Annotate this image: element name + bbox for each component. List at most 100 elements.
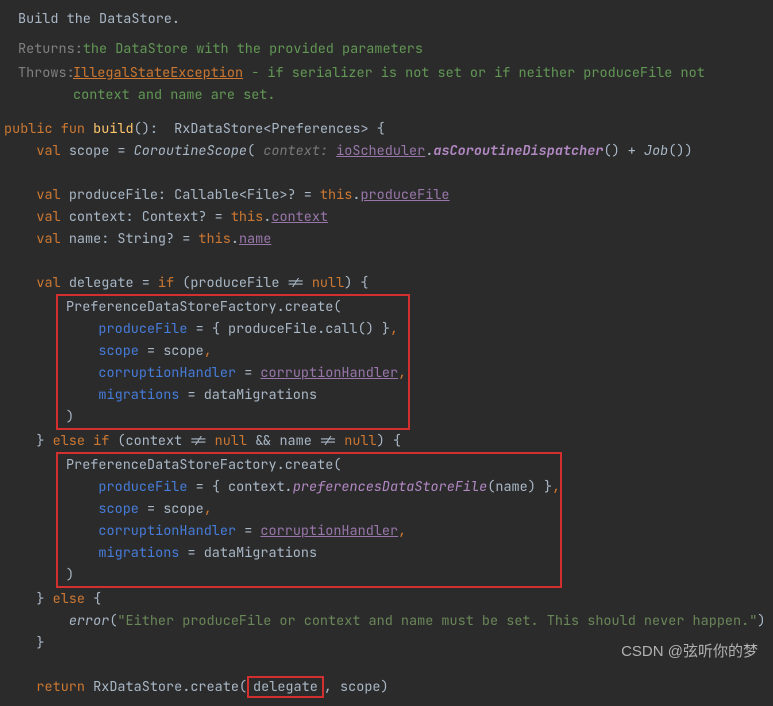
comma: , [398, 364, 406, 382]
comma: , [398, 522, 406, 540]
code-line[interactable]: val produceFile: Callable<File>? = this.… [0, 184, 773, 206]
keyword: fun [61, 120, 85, 138]
code-line[interactable]: ) [62, 564, 556, 586]
type-ref: Job [644, 142, 668, 160]
watermark-text: CSDN @弦听你的梦 [621, 641, 758, 663]
punct: ) [66, 566, 74, 584]
doc-returns-text: the DataStore with the provided paramete… [83, 38, 423, 60]
code-text: && name != [247, 432, 344, 450]
ident: name: String? = [61, 230, 199, 248]
ref-link[interactable]: name [239, 230, 271, 248]
keyword: this [231, 208, 263, 226]
method-call: asCoroutineDispatcher [433, 142, 603, 160]
code-text: , scope) [324, 678, 389, 696]
keyword: val [36, 230, 60, 248]
code-text: = { [188, 478, 229, 496]
code-line [0, 250, 773, 272]
code-line[interactable]: PreferenceDataStoreFactory.create( [62, 454, 556, 476]
keyword: else [53, 432, 85, 450]
code-line[interactable]: } else { [0, 588, 773, 610]
ref-link[interactable]: corruptionHandler [260, 522, 398, 540]
keyword: val [36, 208, 60, 226]
function-name: build [93, 120, 134, 138]
keyword: null [344, 432, 376, 450]
code-text: () + [603, 142, 644, 160]
code-text: = scope [139, 342, 204, 360]
highlight-box-2: PreferenceDataStoreFactory.create( produ… [56, 452, 562, 588]
code-text: ) { [377, 432, 401, 450]
signature: (): RxDataStore<Preferences> { [134, 120, 385, 138]
named-arg: produceFile [98, 320, 187, 338]
code-line[interactable]: PreferenceDataStoreFactory.create( [62, 296, 404, 318]
documentation-block: Build the DataStore. Returns: the DataSt… [0, 8, 773, 118]
code-line[interactable]: migrations = dataMigrations [62, 542, 556, 564]
code-line[interactable]: corruptionHandler = corruptionHandler, [62, 362, 404, 384]
doc-exception-link[interactable]: IllegalStateException [73, 64, 243, 82]
code-text: .call() } [317, 320, 390, 338]
keyword: if [93, 432, 109, 450]
code-line[interactable]: scope = scope, [62, 498, 556, 520]
punct: . [285, 478, 293, 496]
code-line[interactable]: error("Either produceFile or context and… [0, 610, 773, 632]
named-arg: scope [98, 500, 139, 518]
code-text: = { [188, 320, 229, 338]
doc-throws-label: Throws: [18, 62, 73, 106]
string-literal: "Either produceFile or context and name … [117, 612, 757, 630]
code-line[interactable]: val delegate = if (produceFile != null) … [0, 272, 773, 294]
code-line[interactable]: val scope = CoroutineScope( context: ioS… [0, 140, 773, 162]
doc-throws-content: IllegalStateException - if serializer is… [73, 62, 755, 106]
keyword: else [53, 590, 85, 608]
named-arg: corruptionHandler [98, 522, 236, 540]
comma: , [552, 478, 560, 496]
code-text: PreferenceDataStoreFactory.create( [66, 456, 341, 474]
code-line [0, 162, 773, 184]
ident: delegate [253, 678, 318, 696]
named-arg: scope [98, 342, 139, 360]
code-line[interactable]: scope = scope, [62, 340, 404, 362]
code-line[interactable]: produceFile = { context.preferencesDataS… [62, 476, 556, 498]
keyword: public [4, 120, 53, 138]
code-line[interactable]: } else if (context != null && name != nu… [0, 430, 773, 452]
named-arg: produceFile [98, 478, 187, 496]
ident: produceFile: Callable<File>? = [61, 186, 320, 204]
keyword: if [158, 274, 174, 292]
code-text: (produceFile != [174, 274, 312, 292]
comma: , [204, 342, 212, 360]
comma: , [204, 500, 212, 518]
named-arg: corruptionHandler [98, 364, 236, 382]
code-line[interactable]: migrations = dataMigrations [62, 384, 404, 406]
code-text: ) { [344, 274, 368, 292]
code-text: = [236, 364, 260, 382]
ref-link[interactable]: ioScheduler [336, 142, 425, 160]
doc-throws-row: Throws: IllegalStateException - if seria… [18, 62, 755, 106]
code-text: = dataMigrations [179, 386, 317, 404]
code-line[interactable]: produceFile = { produceFile.call() }, [62, 318, 404, 340]
code-line[interactable]: corruptionHandler = corruptionHandler, [62, 520, 556, 542]
punct: } [36, 634, 44, 652]
punct: ) [757, 612, 765, 630]
ident: scope = [61, 142, 134, 160]
doc-title: Build the DataStore. [18, 8, 755, 30]
ref-link[interactable]: context [271, 208, 328, 226]
keyword: return [36, 678, 85, 696]
code-line[interactable]: val name: String? = this.name [0, 228, 773, 250]
code-text: = [236, 522, 260, 540]
doc-returns-label: Returns: [18, 38, 83, 60]
type-ref: CoroutineScope [134, 142, 247, 160]
named-arg: migrations [98, 386, 179, 404]
keyword: this [320, 186, 352, 204]
code-line[interactable]: public fun build(): RxDataStore<Preferen… [0, 118, 773, 140]
ident: produceFile [228, 320, 317, 338]
function-call: error [69, 612, 110, 630]
code-text: = dataMigrations [179, 544, 317, 562]
code-line[interactable]: ) [62, 406, 404, 428]
ref-link[interactable]: produceFile [360, 186, 449, 204]
keyword: val [36, 186, 60, 204]
comma: , [390, 320, 398, 338]
ref-link[interactable]: corruptionHandler [260, 364, 398, 382]
code-line[interactable]: val context: Context? = this.context [0, 206, 773, 228]
keyword: val [36, 274, 60, 292]
keyword: null [215, 432, 247, 450]
punct: ) [66, 408, 74, 426]
code-line[interactable]: return RxDataStore.create(delegate, scop… [0, 676, 773, 698]
